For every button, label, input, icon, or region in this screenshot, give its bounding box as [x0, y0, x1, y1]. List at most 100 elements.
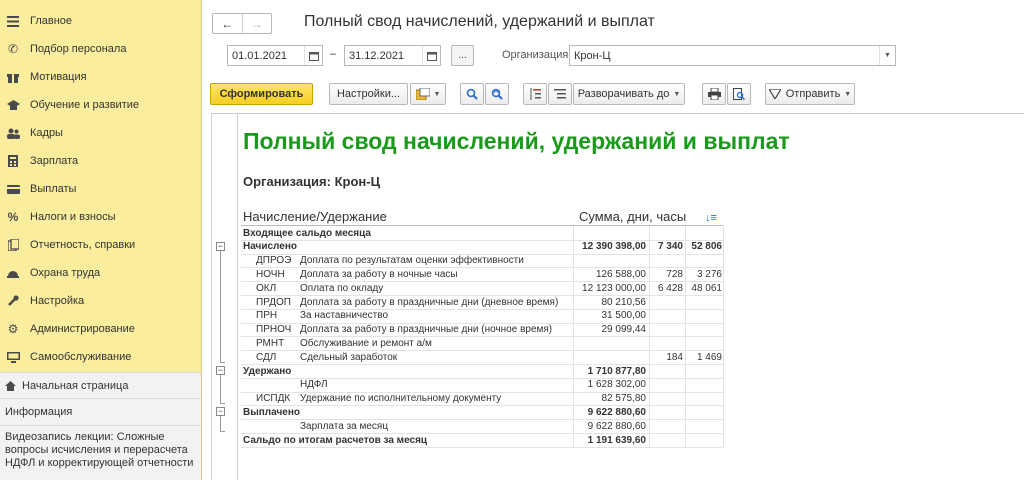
- sidebar-item-label: Настройка: [30, 295, 85, 307]
- organization-field[interactable]: Крон-Ц ▼: [569, 45, 896, 66]
- sidebar-lower-panel: Начальная страница Информация Видеозапис…: [0, 372, 201, 480]
- sidebar-item-safety[interactable]: Охрана труда: [0, 259, 200, 287]
- row-sum: 29 099,44: [601, 324, 647, 336]
- printer-icon: [707, 88, 721, 100]
- sidebar-item-salary[interactable]: Зарплата: [0, 147, 200, 175]
- column-divider: [723, 226, 724, 447]
- row-name: Начислено: [243, 241, 297, 253]
- chevron-down-icon: ▼: [433, 90, 441, 98]
- search-button[interactable]: [460, 83, 484, 105]
- print-button[interactable]: [702, 83, 726, 105]
- tree-line: [220, 416, 221, 431]
- print-preview-icon: [733, 88, 745, 100]
- row-sum: 9 622 880,60: [587, 406, 646, 418]
- table-row[interactable]: [212, 419, 732, 433]
- row-name: Обслуживание и ремонт а/м: [300, 337, 432, 349]
- row-name: Сдельный заработок: [300, 351, 398, 363]
- home-page-link[interactable]: Начальная страница: [0, 378, 201, 394]
- tree-line: [220, 375, 221, 404]
- collapse-levels-button[interactable]: [548, 83, 572, 105]
- row-name: Сальдо по итогам расчетов за месяц: [243, 434, 428, 446]
- settings-button[interactable]: Настройки...: [329, 83, 408, 105]
- report-organization: Организация: Крон-Ц: [243, 174, 381, 189]
- row-sum: 1 628 302,00: [587, 379, 646, 391]
- send-dropdown[interactable]: Отправить ▼: [765, 83, 855, 105]
- collapse-toggle[interactable]: −: [216, 241, 225, 251]
- generate-button[interactable]: Сформировать: [210, 83, 313, 105]
- sidebar-item-reports[interactable]: Отчетность, справки: [0, 231, 200, 259]
- sidebar-item-education[interactable]: Обучение и развитие: [0, 91, 200, 119]
- column-divider: [649, 226, 650, 447]
- table-row[interactable]: [212, 336, 732, 350]
- sidebar-item-taxes[interactable]: % Налоги и взносы: [0, 203, 200, 231]
- date-range-dash: –: [330, 48, 337, 60]
- date-from-value: 01.01.2021: [232, 49, 288, 62]
- table-row[interactable]: [212, 378, 732, 392]
- video-lecture-link[interactable]: Видеозапись лекции: Сложные вопросы исчи…: [0, 431, 196, 470]
- calendar-icon[interactable]: [304, 46, 322, 65]
- group-levels-button[interactable]: [523, 83, 547, 105]
- row-name: Доплата по результатам оценки эффективно…: [300, 255, 524, 267]
- sidebar-item-label: Самообслуживание: [30, 351, 132, 363]
- organization-label: Организация:: [502, 49, 572, 61]
- row-name: Выплачено: [243, 406, 300, 418]
- date-to-field[interactable]: 31.12.2021: [344, 45, 441, 66]
- row-days: 6 428: [657, 282, 683, 294]
- people-icon: [6, 126, 20, 140]
- sidebar-item-payments[interactable]: Выплаты: [0, 175, 200, 203]
- wrench-icon: [6, 294, 20, 308]
- chevron-down-icon[interactable]: ▼: [879, 46, 895, 65]
- row-sum: 126 588,00: [595, 268, 646, 280]
- expand-to-dropdown[interactable]: Разворачивать до ▼: [573, 83, 685, 105]
- row-hours: 3 276: [696, 268, 722, 280]
- back-button[interactable]: ←: [213, 14, 242, 33]
- collapse-toggle[interactable]: −: [216, 366, 225, 375]
- row-sum: 1 710 877,80: [587, 365, 646, 377]
- row-hours: 1 469: [696, 351, 722, 363]
- sidebar-item-settings[interactable]: Настройка: [0, 287, 200, 315]
- sidebar-item-admin[interactable]: ⚙ Администрирование: [0, 315, 200, 343]
- sidebar-item-label: Налоги и взносы: [30, 211, 116, 223]
- card-icon: [6, 182, 20, 196]
- main-area: ← → Полный свод начислений, удержаний и …: [203, 0, 1024, 480]
- period-select-button[interactable]: ...: [451, 45, 474, 66]
- variant-button[interactable]: ▼: [410, 83, 446, 105]
- send-icon: [768, 89, 781, 99]
- forward-button[interactable]: →: [241, 14, 272, 33]
- sidebar-item-main[interactable]: Главное: [0, 7, 200, 35]
- row-name: Входящее сальдо месяца: [243, 227, 371, 239]
- row-sum: 1 191 639,60: [587, 434, 646, 446]
- sidebar-item-label: Отчетность, справки: [30, 239, 136, 251]
- sidebar-item-label: Администрирование: [30, 323, 135, 335]
- sidebar-item-recruitment[interactable]: ✆ Подбор персонала: [0, 35, 200, 63]
- column-divider: [685, 226, 686, 447]
- preview-button[interactable]: [727, 83, 751, 105]
- monitor-icon: [6, 350, 20, 364]
- report-sheet[interactable]: Полный свод начислений, удержаний и выпл…: [211, 113, 1024, 480]
- report-icon: [6, 238, 20, 252]
- row-code: ДПРОЭ: [256, 255, 292, 267]
- chevron-down-icon: ▼: [673, 90, 681, 98]
- sidebar-item-label: Зарплата: [30, 155, 79, 167]
- sidebar-item-label: Кадры: [30, 127, 63, 139]
- row-code: ПРДОП: [256, 296, 291, 308]
- tree-line-end: [220, 403, 225, 405]
- date-from-field[interactable]: 01.01.2021: [227, 45, 323, 66]
- row-days: 728: [666, 268, 683, 280]
- search-next-button[interactable]: [485, 83, 509, 105]
- table-row[interactable]: [212, 309, 732, 323]
- home-icon: [5, 381, 16, 391]
- sidebar-item-personnel[interactable]: Кадры: [0, 119, 200, 147]
- column-divider: [573, 226, 574, 447]
- sidebar-item-selfservice[interactable]: Самообслуживание: [0, 343, 200, 371]
- sidebar-item-motivation[interactable]: Мотивация: [0, 63, 200, 91]
- collapse-toggle[interactable]: −: [216, 407, 225, 417]
- gear-icon: ⚙: [7, 322, 19, 336]
- row-code: СДЛ: [256, 351, 277, 363]
- calendar-icon[interactable]: [422, 46, 440, 65]
- row-sum: 31 500,00: [601, 310, 647, 322]
- levels-icon: [529, 88, 541, 100]
- row-sum: 80 210,56: [601, 296, 647, 308]
- sort-icon[interactable]: ↓≡: [705, 212, 717, 224]
- row-hours: 52 806: [691, 241, 722, 253]
